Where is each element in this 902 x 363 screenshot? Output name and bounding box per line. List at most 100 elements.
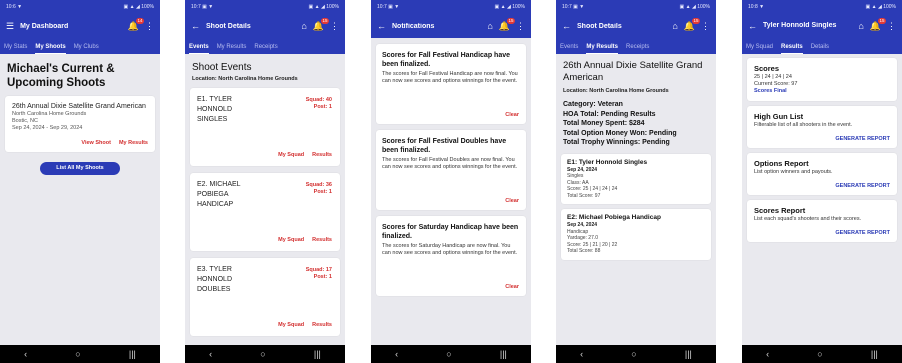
nav-recents-icon[interactable]: ||| xyxy=(129,349,136,359)
nav-home-icon[interactable]: ○ xyxy=(260,349,265,359)
squad-label: Squad: 36 xyxy=(305,182,332,188)
nav-home-icon[interactable]: ○ xyxy=(75,349,80,359)
back-arrow-icon[interactable]: ← xyxy=(748,21,757,31)
scores-title: Scores xyxy=(754,64,780,73)
notification-title: Scores for Saturday Handicap have been f… xyxy=(382,224,519,240)
tab-receipts[interactable]: Receipts xyxy=(626,44,649,54)
overflow-menu-icon[interactable]: ⋮ xyxy=(701,21,710,31)
nav-back-icon[interactable]: ‹ xyxy=(766,349,769,359)
notification-bell-icon[interactable]: 🔔 14 xyxy=(128,17,144,32)
nav-back-icon[interactable]: ‹ xyxy=(24,349,27,359)
notification-badge: 14 xyxy=(135,17,144,24)
nav-back-icon[interactable]: ‹ xyxy=(395,349,398,359)
home-icon[interactable]: ⌂ xyxy=(301,21,306,31)
view-shoot-link[interactable]: View Shoot xyxy=(81,140,111,146)
system-nav-bar: ‹ ○ ||| xyxy=(185,345,345,363)
report-card: High Gun List Filterable list of all sho… xyxy=(747,106,897,148)
notification-badge: 15 xyxy=(691,17,700,24)
notification-card: Scores for Fall Festival Doubles have be… xyxy=(376,130,526,210)
tab-my-stats[interactable]: My Stats xyxy=(4,44,27,54)
notification-bell-icon[interactable]: 🔔 15 xyxy=(313,17,329,32)
list-all-shoots-button[interactable]: List All My Shoots xyxy=(40,162,120,175)
back-arrow-icon[interactable]: ← xyxy=(562,21,571,31)
tab-my-results[interactable]: My Results xyxy=(217,44,247,54)
notification-badge: 15 xyxy=(506,17,515,24)
report-description: Filterable list of all shooters in the e… xyxy=(754,122,853,128)
phone-shoot-events: 10:7 ▣ ▼ ▣ ▲ ◢ 100% ← Shoot Details ⌂ 🔔 1… xyxy=(185,0,345,363)
clear-button[interactable]: Clear xyxy=(505,284,519,290)
result-card[interactable]: E1: Tyler Honnold Singles Sep 24, 2024 S… xyxy=(561,153,711,204)
report-title: Scores Report xyxy=(754,206,806,215)
shoot-location: North Carolina Home Grounds xyxy=(12,111,87,117)
my-squad-link[interactable]: My Squad xyxy=(278,322,304,328)
menu-icon[interactable]: ☰ xyxy=(6,21,14,31)
notification-bell-icon[interactable]: 🔔 15 xyxy=(499,17,515,32)
my-results-link[interactable]: My Results xyxy=(119,140,148,146)
home-icon[interactable]: ⌂ xyxy=(858,21,863,31)
back-arrow-icon[interactable]: ← xyxy=(377,21,386,31)
nav-recents-icon[interactable]: ||| xyxy=(871,349,878,359)
home-icon[interactable]: ⌂ xyxy=(487,21,492,31)
overflow-menu-icon[interactable]: ⋮ xyxy=(145,21,154,31)
app-bar: ☰ My Dashboard 🔔 14 ⋮ xyxy=(0,14,160,38)
result-card[interactable]: E2: Michael Pobiega Handicap Sep 24, 202… xyxy=(561,209,711,260)
tab-my-squad[interactable]: My Squad xyxy=(746,44,773,54)
tab-events[interactable]: Events xyxy=(189,44,209,54)
home-icon[interactable]: ⌂ xyxy=(672,21,677,31)
nav-home-icon[interactable]: ○ xyxy=(446,349,451,359)
shoot-card: 26th Annual Dixie Satellite Grand Americ… xyxy=(5,96,155,152)
generate-report-button[interactable]: GENERATE REPORT xyxy=(754,230,890,236)
scores-card: Scores 25 | 24 | 24 | 24 Current Score: … xyxy=(747,58,897,101)
results-link[interactable]: Results xyxy=(312,237,332,243)
page-title: Shoot Details xyxy=(577,22,622,30)
shoot-title: 26th Annual Dixie Satellite Grand Americ… xyxy=(563,60,703,83)
tab-details[interactable]: Details xyxy=(811,44,829,54)
tab-events[interactable]: Events xyxy=(560,44,578,54)
overflow-menu-icon[interactable]: ⋮ xyxy=(330,21,339,31)
nav-recents-icon[interactable]: ||| xyxy=(314,349,321,359)
notification-bell-icon[interactable]: 🔔 15 xyxy=(684,17,700,32)
notification-bell-icon[interactable]: 🔔 15 xyxy=(870,17,886,32)
location-label: Location: North Carolina Home Grounds xyxy=(192,76,298,82)
status-bar: 10:8 ▼ ▣ ▲ ◢ 100% xyxy=(742,0,902,14)
status-time: 10:6 ▼ xyxy=(6,4,23,10)
phone-my-results: 10:7 ▣ ▼ ▣ ▲ ◢ 100% ← Shoot Details ⌂ 🔔 1… xyxy=(556,0,716,363)
results-link[interactable]: Results xyxy=(312,152,332,158)
my-squad-link[interactable]: My Squad xyxy=(278,237,304,243)
generate-report-button[interactable]: GENERATE REPORT xyxy=(754,136,890,142)
tab-results[interactable]: Results xyxy=(781,44,803,54)
notification-body: The scores for Saturday Handicap are now… xyxy=(382,243,518,256)
tab-my-shoots[interactable]: My Shoots xyxy=(35,44,66,54)
event-name: E3. TYLER HONNOLD DOUBLES xyxy=(197,266,233,293)
generate-report-button[interactable]: GENERATE REPORT xyxy=(754,183,890,189)
nav-home-icon[interactable]: ○ xyxy=(817,349,822,359)
money-spent-label: Total Money Spent: $284 xyxy=(563,120,645,127)
status-icons: ▣ ▲ ◢ 100% xyxy=(494,4,525,10)
status-icons: ▣ ▲ ◢ 100% xyxy=(123,4,154,10)
scores-final-status: Scores Final xyxy=(754,88,787,94)
tab-my-results[interactable]: My Results xyxy=(586,44,619,54)
nav-back-icon[interactable]: ‹ xyxy=(580,349,583,359)
notification-card: Scores for Fall Festival Handicap have b… xyxy=(376,44,526,124)
report-card: Options Report List option winners and p… xyxy=(747,153,897,195)
clear-button[interactable]: Clear xyxy=(505,112,519,118)
nav-recents-icon[interactable]: ||| xyxy=(685,349,692,359)
nav-home-icon[interactable]: ○ xyxy=(631,349,636,359)
my-squad-link[interactable]: My Squad xyxy=(278,152,304,158)
tab-receipts[interactable]: Receipts xyxy=(254,44,277,54)
status-icons: ▣ ▲ ◢ 100% xyxy=(865,4,896,10)
nav-back-icon[interactable]: ‹ xyxy=(209,349,212,359)
status-time: 10:7 ▣ ▼ xyxy=(191,4,214,10)
nav-recents-icon[interactable]: ||| xyxy=(500,349,507,359)
overflow-menu-icon[interactable]: ⋮ xyxy=(516,21,525,31)
overflow-menu-icon[interactable]: ⋮ xyxy=(887,21,896,31)
notification-title: Scores for Fall Festival Handicap have b… xyxy=(382,52,510,68)
clear-button[interactable]: Clear xyxy=(505,198,519,204)
system-nav-bar: ‹ ○ ||| xyxy=(556,345,716,363)
results-link[interactable]: Results xyxy=(312,322,332,328)
notification-body: The scores for Fall Festival Handicap ar… xyxy=(382,71,518,84)
result-title: E2: Michael Pobiega Handicap xyxy=(567,214,661,221)
notification-body: The scores for Fall Festival Doubles are… xyxy=(382,157,518,170)
back-arrow-icon[interactable]: ← xyxy=(191,21,200,31)
tab-my-clubs[interactable]: My Clubs xyxy=(74,44,99,54)
